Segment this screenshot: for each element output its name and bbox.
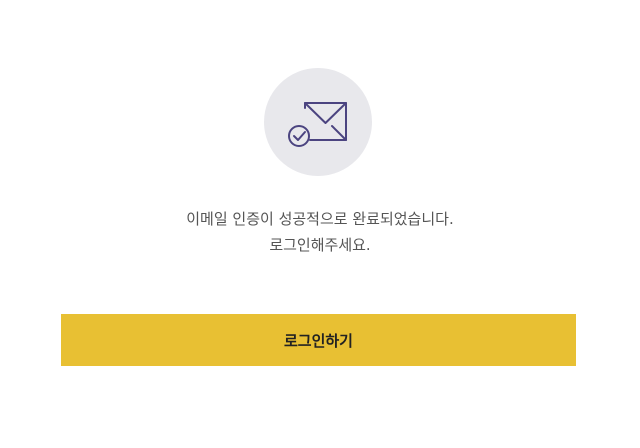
login-button[interactable]: 로그인하기	[61, 314, 576, 366]
message-line-1: 이메일 인증이 성공적으로 완료되었습니다.	[186, 210, 454, 228]
mail-icon-circle	[264, 68, 372, 176]
verification-message: 이메일 인증이 성공적으로 완료되었습니다. 로그인해주세요.	[0, 206, 640, 258]
verification-complete-page: 이메일 인증이 성공적으로 완료되었습니다. 로그인해주세요. 로그인하기	[0, 0, 640, 448]
message-line-2: 로그인해주세요.	[269, 236, 371, 254]
mail-check-icon	[288, 102, 347, 147]
